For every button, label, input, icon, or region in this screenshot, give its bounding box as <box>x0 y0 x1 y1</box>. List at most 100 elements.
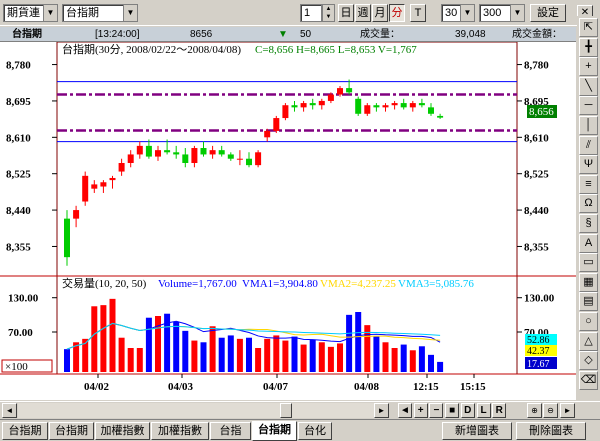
scroll-right-end-icon[interactable]: ► <box>560 403 575 418</box>
candle-body <box>127 154 134 163</box>
volume-bar <box>373 336 380 372</box>
nav-plus-button[interactable]: + <box>413 403 428 418</box>
time-tick-label: 15:15 <box>460 381 486 393</box>
volume-bar <box>155 316 161 372</box>
symbol-select[interactable]: 台指期 ▼ <box>62 4 138 22</box>
settings-button[interactable]: 設定 <box>530 4 566 22</box>
erase-icon[interactable]: ⌫ <box>579 370 598 390</box>
toolbar: 期貨連 ▼ 台指期 ▼ 1 ▲ ▼ 日 週 月 分 T 30 ▼ 300 ▼ 設定… <box>0 0 600 26</box>
time-axis: 04/02 04/03 04/07 04/08 12:15 15:15 <box>84 374 486 393</box>
time-tick-label: 04/02 <box>84 381 110 393</box>
candle-body <box>428 107 434 114</box>
scroll-left-icon[interactable]: ◄ <box>2 403 17 418</box>
quote-change: 50 <box>300 29 312 40</box>
candle-body <box>291 105 298 108</box>
nav-d-button[interactable]: D <box>460 403 475 418</box>
candle-body <box>173 152 180 155</box>
period-minute-button[interactable]: 分 <box>389 4 405 22</box>
symbol-select-value: 台指期 <box>66 7 99 19</box>
grid-icon[interactable]: ▤ <box>579 292 598 312</box>
chevron-down-icon[interactable]: ▼ <box>510 5 524 21</box>
zoom-out-icon[interactable]: ⊖ <box>543 403 558 418</box>
chart-tab[interactable]: 台指期 <box>210 422 251 440</box>
plus-icon[interactable]: + <box>579 57 598 77</box>
text-icon[interactable]: A <box>579 233 598 253</box>
ellipse-icon[interactable]: ○ <box>579 312 598 331</box>
nav-r-button[interactable]: R <box>492 403 507 418</box>
candle-body <box>282 105 289 119</box>
scroll-track[interactable] <box>18 403 374 418</box>
candle-body <box>109 177 116 181</box>
spin-stepper[interactable]: ▲ ▼ <box>322 4 335 22</box>
count-select-value: 300 <box>483 7 502 19</box>
vma3-badge-label: 52.86 <box>527 335 550 346</box>
pointer-icon[interactable]: ⇱ <box>579 18 598 37</box>
chevron-down-icon[interactable]: ▼ <box>43 5 57 21</box>
volume-bar <box>218 337 225 372</box>
nav-minus-button[interactable]: − <box>429 403 444 418</box>
zoom-in-icon[interactable]: ⊕ <box>527 403 542 418</box>
nav-l-button[interactable]: L <box>476 403 491 418</box>
channel-icon[interactable]: ⫽ <box>579 135 598 155</box>
minutes-select[interactable]: 30 ▼ <box>441 4 475 22</box>
line-icon[interactable]: ╲ <box>579 76 598 96</box>
gann-icon[interactable]: Ω <box>579 194 598 214</box>
delete-chart-button[interactable]: 刪除圖表 <box>516 422 586 440</box>
candle-body <box>182 154 189 163</box>
scroll-right-icon[interactable]: ► <box>374 403 389 418</box>
spin-input-value: 1 <box>304 7 311 19</box>
chevron-down-icon[interactable]: ▼ <box>460 5 474 21</box>
chart-tab[interactable]: 台指期 <box>49 422 94 440</box>
nav-stop-button[interactable]: ■ <box>445 403 460 418</box>
period-tick-button[interactable]: T <box>410 4 426 22</box>
quote-name: 台指期 <box>12 29 42 40</box>
rect-icon[interactable]: ▭ <box>579 253 598 273</box>
vline-icon[interactable]: │ <box>579 116 598 135</box>
candle-body <box>236 158 243 160</box>
period-month-button[interactable]: 月 <box>372 4 388 22</box>
candle-body <box>364 105 371 114</box>
cross-icon[interactable]: ╋ <box>579 37 598 57</box>
chart-tab[interactable]: 台化 <box>298 422 332 440</box>
hline-icon[interactable]: ─ <box>579 96 598 116</box>
fibo-icon[interactable]: ≡ <box>579 174 598 194</box>
market-select[interactable]: 期貨連 ▼ <box>3 4 58 22</box>
fork-icon[interactable]: Ψ <box>579 155 598 175</box>
candle-body <box>100 182 107 187</box>
volume-tick-label-right: 130.00 <box>524 293 555 305</box>
volume-bar <box>264 338 271 372</box>
volume-bar <box>236 338 243 372</box>
price-tick-label: 8,695 <box>6 96 31 108</box>
add-chart-button[interactable]: 新增圖表 <box>442 422 512 440</box>
count-select[interactable]: 300 ▼ <box>479 4 525 22</box>
candlestick-chart[interactable]: 台指期(30分, 2008/02/22～2008/04/08) C=8,656 … <box>0 41 576 400</box>
candles <box>64 79 444 266</box>
period-day-button[interactable]: 日 <box>338 4 354 22</box>
polygon-icon[interactable]: ◇ <box>579 351 598 371</box>
volume-bar <box>182 330 189 372</box>
triangle-icon[interactable]: △ <box>579 331 598 351</box>
volume-bar <box>282 340 289 372</box>
chart-tab[interactable]: 台指期 <box>2 422 48 440</box>
chevron-down-icon[interactable]: ▼ <box>123 5 137 21</box>
chart-tab-bar: 新增圖表 刪除圖表 台指期台指期加權指數加權指數台指期台指期台化 <box>0 419 600 441</box>
cycle-icon[interactable]: § <box>579 214 598 233</box>
nav-prev-button[interactable]: ◄ <box>398 403 412 418</box>
chart-tab[interactable]: 台指期 <box>252 421 297 441</box>
candle-body <box>373 105 380 108</box>
volume-bar <box>127 348 134 372</box>
candle-body <box>337 88 343 95</box>
volume-bar <box>100 305 107 372</box>
volume-bar <box>409 350 416 372</box>
price-tick-label-right: 8,440 <box>524 205 549 217</box>
volume-badge-label: 17.67 <box>527 359 550 370</box>
volume-bar <box>209 326 216 372</box>
chart-area[interactable]: 台指期(30分, 2008/02/22～2008/04/08) C=8,656 … <box>0 41 576 400</box>
chart-tab[interactable]: 加權指數 <box>151 422 209 440</box>
candle-body <box>400 103 407 108</box>
chart-tab[interactable]: 加權指數 <box>95 422 150 440</box>
scroll-thumb[interactable] <box>280 403 292 418</box>
period-week-button[interactable]: 週 <box>355 4 371 22</box>
spin-input[interactable]: 1 <box>300 4 322 22</box>
table-icon[interactable]: ▦ <box>579 272 598 292</box>
